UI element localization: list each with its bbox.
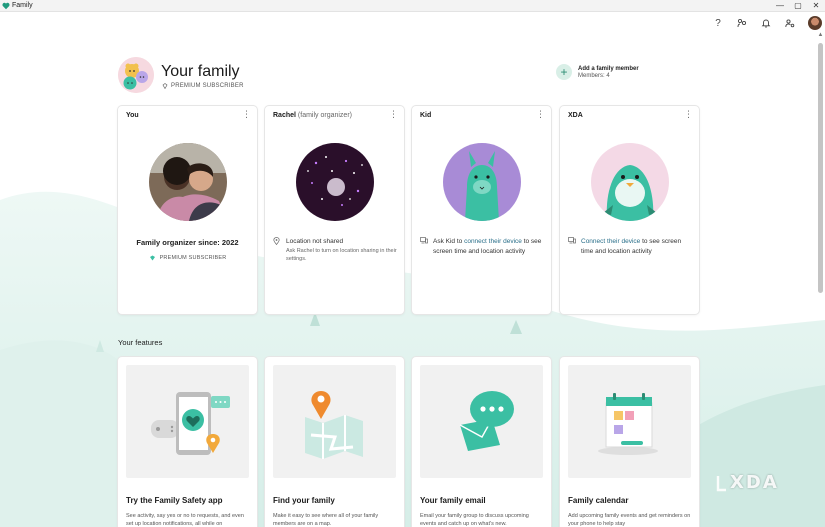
member-card-you[interactable]: You ⋮ Family organizer since: 2022 PREMI… <box>118 106 257 314</box>
member-name: Kid <box>420 112 432 119</box>
feature-card-family-calendar[interactable]: Family calendar Add upcoming family even… <box>560 357 699 527</box>
top-toolbar: ? <box>706 14 825 32</box>
user-avatar[interactable] <box>808 16 822 30</box>
feature-description: Add upcoming family events and get remin… <box>568 513 691 527</box>
connect-device-prompt: Connect their device to see screen time … <box>568 237 693 257</box>
feature-description: Email your family group to discuss upcom… <box>420 513 529 527</box>
more-options-icon[interactable]: ⋮ <box>536 110 545 119</box>
member-name: Rachel <box>273 112 296 119</box>
member-premium-label: PREMIUM SUBSCRIBER <box>159 255 227 261</box>
organizer-since: Family organizer since: 2022 <box>136 238 239 247</box>
member-photo <box>443 143 521 221</box>
minimize-button[interactable]: — <box>771 0 789 12</box>
members-count: Members: 4 <box>578 72 610 79</box>
location-status-hint: Ask Rachel to turn on location sharing i… <box>286 247 397 262</box>
location-pin-icon <box>273 237 281 248</box>
connect-device-prompt: Ask Kid to connect their device to see s… <box>420 237 545 257</box>
diamond-icon <box>162 83 168 89</box>
member-name: XDA <box>568 112 583 119</box>
location-status-text: Location not shared <box>286 238 344 245</box>
member-card-rachel[interactable]: Rachel (family organizer) ⋮ Location not… <box>265 106 404 314</box>
feature-title: Family calendar <box>568 496 629 505</box>
scroll-up-icon[interactable]: ▲ <box>816 30 825 40</box>
family-settings-button[interactable] <box>778 14 802 32</box>
window-title: Family <box>12 2 33 9</box>
xda-logo-icon <box>716 475 726 491</box>
features-section-title: Your features <box>118 338 163 347</box>
premium-badge: PREMIUM SUBSCRIBER <box>162 83 244 89</box>
question-icon: ? <box>715 17 721 29</box>
safety-app-illustration <box>126 365 249 478</box>
member-photo <box>296 143 374 221</box>
premium-label: PREMIUM SUBSCRIBER <box>171 83 244 89</box>
more-options-icon[interactable]: ⋮ <box>389 110 398 119</box>
family-header: Your family PREMIUM SUBSCRIBER + Add a f… <box>118 57 698 97</box>
connect-device-link[interactable]: connect their device <box>464 238 522 245</box>
member-card-kid[interactable]: Kid ⋮ Ask Kid to connect their device to… <box>412 106 551 314</box>
device-icon <box>568 237 576 247</box>
location-status: Location not shared Ask Rachel to turn o… <box>273 237 398 263</box>
prompt-prefix: Ask Kid to <box>433 238 465 245</box>
plus-icon: + <box>556 64 572 80</box>
feature-card-family-email[interactable]: Your family email Email your family grou… <box>412 357 551 527</box>
people-connect-icon <box>737 18 747 28</box>
add-family-member-button[interactable]: + Add a family member Members: 4 <box>556 64 639 80</box>
member-name: You <box>126 112 139 119</box>
bell-icon <box>761 19 771 28</box>
window-titlebar: Family — ▢ ✕ <box>0 0 825 12</box>
close-button[interactable]: ✕ <box>807 0 825 12</box>
connect-device-link[interactable]: Connect their device <box>581 238 640 245</box>
member-photo <box>149 143 227 221</box>
family-app-icon <box>2 2 10 10</box>
help-button[interactable]: ? <box>706 14 730 32</box>
more-options-icon[interactable]: ⋮ <box>242 110 251 119</box>
feature-title: Try the Family Safety app <box>126 496 223 505</box>
feature-card-safety-app[interactable]: Try the Family Safety app See activity, … <box>118 357 257 527</box>
member-photo <box>591 143 669 221</box>
scroll-thumb[interactable] <box>818 43 823 293</box>
family-calendar-illustration <box>568 365 691 478</box>
feature-card-find-family[interactable]: Find your family Make it easy to see whe… <box>265 357 404 527</box>
family-email-illustration <box>420 365 543 478</box>
more-options-icon[interactable]: ⋮ <box>684 110 693 119</box>
member-premium-badge: PREMIUM SUBSCRIBER <box>118 255 257 261</box>
window-controls: — ▢ ✕ <box>771 0 825 12</box>
maximize-button[interactable]: ▢ <box>789 0 807 12</box>
diamond-icon <box>149 255 155 261</box>
connect-button[interactable] <box>730 14 754 32</box>
feature-title: Find your family <box>273 496 335 505</box>
feature-description: See activity, say yes or no to requests,… <box>126 513 244 527</box>
family-settings-icon <box>785 19 795 28</box>
family-avatar <box>118 57 154 93</box>
page-title: Your family <box>161 63 240 80</box>
member-card-xda[interactable]: XDA ⋮ Connect their device to see screen… <box>560 106 699 314</box>
member-role: (family organizer) <box>297 112 352 119</box>
feature-title: Your family email <box>420 496 486 505</box>
watermark-text: XDA <box>730 472 779 493</box>
device-icon <box>420 237 428 247</box>
xda-watermark: XDA <box>716 472 779 493</box>
add-member-label: Add a family member <box>578 65 639 72</box>
find-family-illustration <box>273 365 396 478</box>
vertical-scrollbar[interactable]: ▲ <box>816 30 825 527</box>
member-name-row: Rachel (family organizer) <box>273 112 352 119</box>
notifications-button[interactable] <box>754 14 778 32</box>
feature-description: Make it easy to see where all of your fa… <box>273 513 379 527</box>
